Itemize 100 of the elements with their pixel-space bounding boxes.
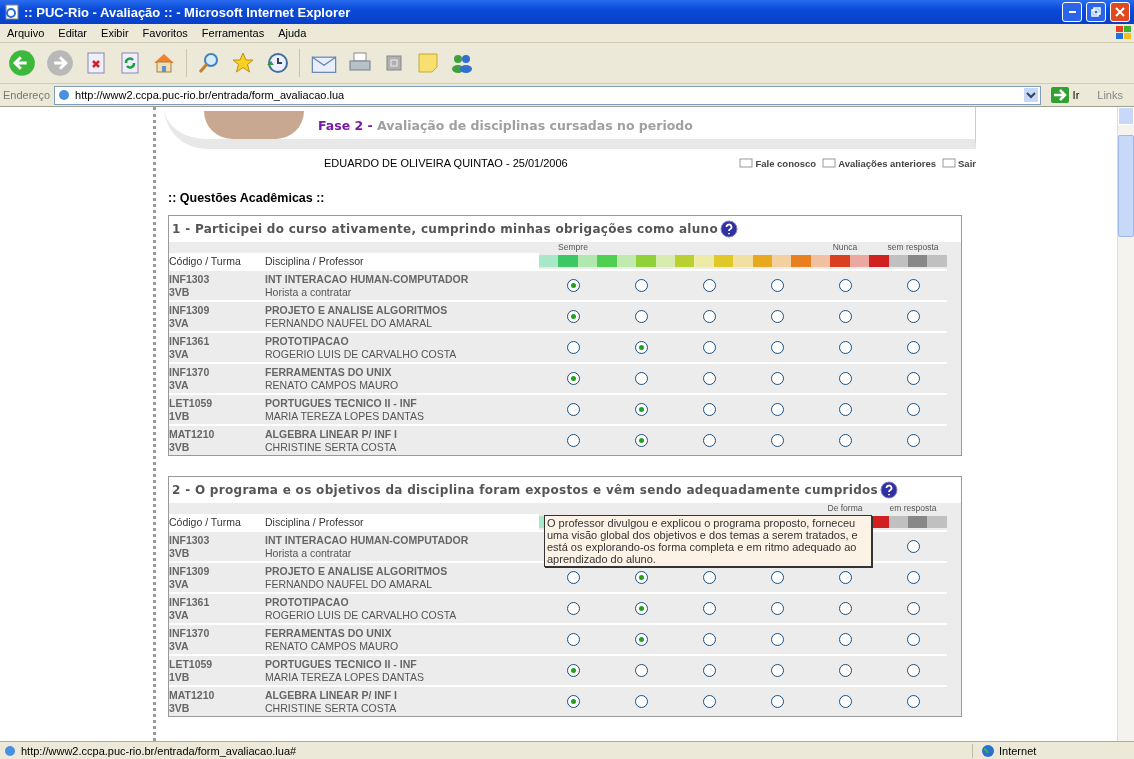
radio-button[interactable] (838, 571, 852, 584)
radio-button[interactable] (702, 434, 716, 447)
go-button[interactable]: Ir (1044, 87, 1086, 103)
radio-button[interactable] (634, 279, 648, 292)
stop-icon[interactable] (84, 51, 108, 75)
menu-item[interactable]: Ajuda (271, 27, 314, 39)
radio-button[interactable] (770, 434, 784, 447)
question-title: 1 - Participei do curso ativamente, cumprindo minhas obrigações como aluno (172, 222, 718, 236)
minimize-icon (1068, 11, 1076, 13)
dropdown-icon[interactable] (1023, 88, 1038, 102)
radio-button[interactable] (634, 602, 648, 615)
radio-button[interactable] (566, 664, 580, 677)
home-icon[interactable] (152, 51, 176, 75)
radio-button[interactable] (770, 279, 784, 292)
radio-button[interactable] (566, 310, 580, 323)
radio-button[interactable] (838, 372, 852, 385)
radio-button[interactable] (634, 372, 648, 385)
radio-button[interactable] (770, 403, 784, 416)
radio-button[interactable] (906, 341, 920, 354)
radio-button[interactable] (566, 695, 580, 708)
menu-item[interactable]: Arquivo (0, 27, 52, 39)
radio-button[interactable] (566, 372, 580, 385)
radio-button[interactable] (906, 633, 920, 646)
radio-button[interactable] (566, 434, 580, 447)
radio-button[interactable] (566, 279, 580, 292)
menu-item[interactable]: Exibir (94, 27, 136, 39)
radio-button[interactable] (906, 695, 920, 708)
course-code: MAT1210 (169, 427, 216, 441)
radio-button[interactable] (838, 341, 852, 354)
address-field[interactable]: http://www2.ccpa.puc-rio.br/entrada/form_avaliacao.lua (54, 85, 1041, 105)
radio-button[interactable] (906, 279, 920, 292)
radio-button[interactable] (634, 341, 648, 354)
radio-button[interactable] (906, 602, 920, 615)
minimize-button[interactable] (1062, 2, 1082, 22)
radio-button[interactable] (838, 695, 852, 708)
radio-button[interactable] (634, 403, 648, 416)
help-icon[interactable] (880, 481, 899, 499)
radio-button[interactable] (702, 403, 716, 416)
radio-button[interactable] (906, 571, 920, 584)
radio-button[interactable] (770, 664, 784, 677)
radio-button[interactable] (702, 695, 716, 708)
radio-button[interactable] (566, 341, 580, 354)
star-icon[interactable] (231, 51, 255, 75)
radio-button[interactable] (566, 403, 580, 416)
radio-button[interactable] (566, 602, 580, 615)
restore-button[interactable] (1086, 2, 1106, 22)
course-code: INF1370 (169, 365, 211, 379)
radio-button[interactable] (906, 403, 920, 416)
radio-button[interactable] (770, 341, 784, 354)
professor-name: MARIA TEREZA LOPES DANTAS (265, 409, 425, 423)
radio-button[interactable] (770, 602, 784, 615)
radio-button[interactable] (838, 664, 852, 677)
radio-button[interactable] (838, 602, 852, 615)
radio-button[interactable] (634, 633, 648, 646)
radio-button[interactable] (566, 571, 580, 584)
radio-button[interactable] (906, 372, 920, 385)
radio-button[interactable] (906, 434, 920, 447)
header-link[interactable]: Fale conosco (739, 157, 817, 169)
radio-button[interactable] (838, 434, 852, 447)
radio-button[interactable] (770, 372, 784, 385)
radio-button[interactable] (906, 664, 920, 677)
radio-button[interactable] (702, 279, 716, 292)
professor-name: RENATO CAMPOS MAURO (265, 378, 400, 392)
close-button[interactable] (1110, 2, 1130, 22)
menu-item[interactable]: Favoritos (135, 27, 195, 39)
radio-button[interactable] (838, 279, 852, 292)
radio-button[interactable] (838, 633, 852, 646)
radio-button[interactable] (906, 310, 920, 323)
radio-button[interactable] (906, 540, 920, 553)
radio-button[interactable] (770, 571, 784, 584)
refresh-icon[interactable] (118, 51, 142, 75)
history-clock-icon[interactable] (265, 51, 289, 75)
radio-button[interactable] (702, 571, 716, 584)
class-code: 3VB (169, 546, 191, 560)
scrollbar[interactable] (1117, 107, 1134, 741)
radio-button[interactable] (770, 310, 784, 323)
radio-button[interactable] (770, 633, 784, 646)
header-link[interactable]: Sair (942, 157, 976, 169)
radio-button[interactable] (634, 310, 648, 323)
search-icon[interactable] (197, 51, 221, 75)
radio-button[interactable] (838, 310, 852, 323)
header-link[interactable]: Avaliações anteriores (822, 157, 937, 169)
radio-button[interactable] (838, 403, 852, 416)
radio-button[interactable] (702, 602, 716, 615)
radio-button[interactable] (634, 571, 648, 584)
radio-button[interactable] (634, 434, 648, 447)
help-icon[interactable] (719, 220, 738, 238)
radio-button[interactable] (770, 695, 784, 708)
course-code: INF1303 (169, 533, 211, 547)
radio-button[interactable] (702, 372, 716, 385)
menu-item[interactable]: Ferramentas (194, 27, 272, 39)
radio-button[interactable] (702, 633, 716, 646)
radio-button[interactable] (566, 633, 580, 646)
professor-name: MARIA TEREZA LOPES DANTAS (265, 670, 425, 684)
radio-button[interactable] (702, 341, 716, 354)
radio-button[interactable] (634, 664, 648, 677)
radio-button[interactable] (702, 310, 716, 323)
radio-button[interactable] (702, 664, 716, 677)
menu-item[interactable]: Editar (51, 27, 95, 39)
radio-button[interactable] (634, 695, 648, 708)
